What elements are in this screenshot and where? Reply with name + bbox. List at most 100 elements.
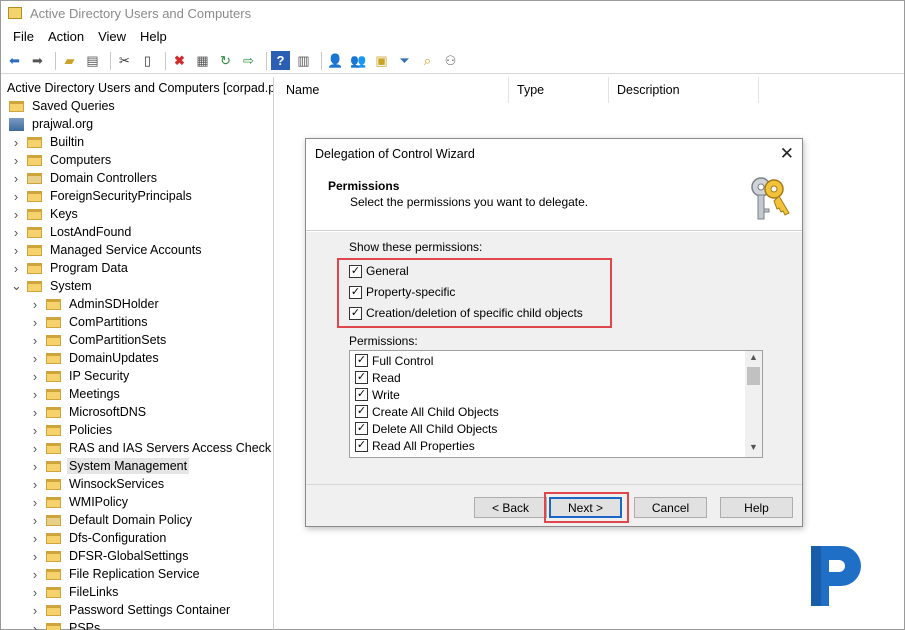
permissions-list[interactable]: ✓ Full Control ✓ Read ✓ Write ✓ Create A… (349, 350, 763, 458)
chevron-right-icon[interactable]: › (11, 171, 21, 186)
properties-icon[interactable]: ▦ (193, 51, 212, 70)
tree-item[interactable]: › MicrosoftDNS (30, 403, 148, 421)
chevron-right-icon[interactable]: › (11, 261, 21, 276)
cancel-button[interactable]: Cancel (634, 497, 707, 518)
tree-item[interactable]: › Meetings (30, 385, 122, 403)
checkbox-checked[interactable]: ✓ (355, 388, 368, 401)
show-tree-icon[interactable]: ▤ (83, 51, 102, 70)
list-item[interactable]: ✓ Create All Child Objects (355, 403, 499, 420)
chevron-right-icon[interactable]: › (30, 603, 40, 618)
list-item[interactable]: ✓ Delete All Child Objects (355, 420, 497, 437)
back-button[interactable]: < Back (474, 497, 547, 518)
delete-icon[interactable]: ✖ (170, 51, 189, 70)
tree-item[interactable]: › Managed Service Accounts (11, 241, 203, 259)
close-icon[interactable]: ✕ (780, 144, 794, 164)
chevron-right-icon[interactable]: › (30, 585, 40, 600)
tree-item[interactable]: › ForeignSecurityPrincipals (11, 187, 194, 205)
tree-item[interactable]: › Policies (30, 421, 114, 439)
tree-item[interactable]: › Password Settings Container (30, 601, 232, 619)
chevron-right-icon[interactable]: › (30, 459, 40, 474)
tree-item[interactable]: › Computers (11, 151, 113, 169)
column-name[interactable]: Name (278, 77, 509, 103)
chevron-down-icon[interactable]: ⌄ (11, 278, 22, 294)
chevron-right-icon[interactable]: › (30, 423, 40, 438)
chevron-right-icon[interactable]: › (11, 243, 21, 258)
checkbox-checked[interactable]: ✓ (355, 439, 368, 452)
users-icon[interactable]: ⚇ (441, 51, 460, 70)
chevron-down-icon[interactable]: ▼ (745, 442, 762, 456)
list-item[interactable]: ✓ Write (355, 386, 400, 403)
chevron-right-icon[interactable]: › (11, 207, 21, 222)
chevron-right-icon[interactable]: › (30, 351, 40, 366)
checkbox-checked[interactable]: ✓ (355, 354, 368, 367)
list-item[interactable]: ✓ Read (355, 369, 401, 386)
tree-item-saved-queries[interactable]: Saved Queries (9, 97, 117, 115)
tree-item[interactable]: › AdminSDHolder (30, 295, 161, 313)
chevron-right-icon[interactable]: › (30, 495, 40, 510)
chevron-right-icon[interactable]: › (30, 567, 40, 582)
refresh-icon[interactable]: ↻ (216, 51, 235, 70)
tree-root[interactable]: Active Directory Users and Computers [co… (5, 79, 273, 97)
forward-icon[interactable]: ➡ (28, 51, 47, 70)
action-pane-icon[interactable]: ▥ (294, 51, 313, 70)
tree-item[interactable]: › Program Data (11, 259, 130, 277)
help-button[interactable]: Help (720, 497, 793, 518)
tree-item[interactable]: › RAS and IAS Servers Access Check (30, 439, 273, 457)
tree-item[interactable]: › DFSR-GlobalSettings (30, 547, 191, 565)
tree-item[interactable]: › Keys (11, 205, 80, 223)
column-type[interactable]: Type (509, 77, 609, 103)
chevron-right-icon[interactable]: › (30, 513, 40, 528)
chevron-right-icon[interactable]: › (30, 297, 40, 312)
up-folder-icon[interactable]: ▰ (60, 51, 79, 70)
tree-item[interactable]: › PSPs (30, 619, 102, 630)
tree-item[interactable]: › ComPartitionSets (30, 331, 168, 349)
cut-icon[interactable]: ✂ (115, 51, 134, 70)
group-icon[interactable]: 👥 (349, 51, 368, 70)
tree-item[interactable]: › DomainUpdates (30, 349, 161, 367)
tree-item[interactable]: › ComPartitions (30, 313, 150, 331)
ou-icon[interactable]: ▣ (372, 51, 391, 70)
tree-item[interactable]: ⌄ System (11, 277, 94, 295)
tree-item[interactable]: › WinsockServices (30, 475, 166, 493)
user-icon[interactable]: 👤 (326, 51, 345, 70)
export-list-icon[interactable]: ⇨ (239, 51, 258, 70)
chevron-right-icon[interactable]: › (30, 405, 40, 420)
chevron-right-icon[interactable]: › (11, 189, 21, 204)
tree-item[interactable]: › LostAndFound (11, 223, 133, 241)
chevron-right-icon[interactable]: › (11, 225, 21, 240)
checkbox-checked[interactable]: ✓ (355, 371, 368, 384)
tree-item[interactable]: › Default Domain Policy (30, 511, 194, 529)
list-item[interactable]: ✓ Read All Properties (355, 437, 475, 454)
back-icon[interactable]: ⬅ (5, 51, 24, 70)
menu-help[interactable]: Help (133, 29, 174, 44)
chevron-right-icon[interactable]: › (30, 531, 40, 546)
scrollbar[interactable]: ▲ ▼ (745, 351, 762, 457)
scrollbar-thumb[interactable] (747, 367, 760, 385)
chevron-right-icon[interactable]: › (30, 387, 40, 402)
tree-item[interactable]: › Builtin (11, 133, 86, 151)
find-icon[interactable]: ⌕ (418, 51, 437, 70)
tree-item[interactable]: › WMIPolicy (30, 493, 130, 511)
chevron-right-icon[interactable]: › (30, 441, 40, 456)
tree-item-domain[interactable]: prajwal.org (9, 115, 95, 133)
menu-file[interactable]: File (6, 29, 41, 44)
tree-item[interactable]: › Domain Controllers (11, 169, 159, 187)
chevron-right-icon[interactable]: › (30, 621, 40, 630)
chevron-right-icon[interactable]: › (30, 315, 40, 330)
chevron-right-icon[interactable]: › (30, 549, 40, 564)
chevron-right-icon[interactable]: › (30, 369, 40, 384)
tree-item[interactable]: › IP Security (30, 367, 131, 385)
chevron-right-icon[interactable]: › (30, 333, 40, 348)
tree-item[interactable]: › System Management (30, 457, 190, 475)
tree-item[interactable]: › FileLinks (30, 583, 120, 601)
checkbox-checked[interactable]: ✓ (355, 422, 368, 435)
chevron-right-icon[interactable]: › (11, 135, 21, 150)
copy-icon[interactable]: ▯ (138, 51, 157, 70)
list-item[interactable]: ✓ Full Control (355, 352, 433, 369)
filter-icon[interactable]: ⏷ (395, 51, 414, 70)
tree-item[interactable]: › Dfs-Configuration (30, 529, 168, 547)
column-description[interactable]: Description (609, 77, 759, 103)
chevron-right-icon[interactable]: › (11, 153, 21, 168)
checkbox-checked[interactable]: ✓ (355, 405, 368, 418)
chevron-right-icon[interactable]: › (30, 477, 40, 492)
